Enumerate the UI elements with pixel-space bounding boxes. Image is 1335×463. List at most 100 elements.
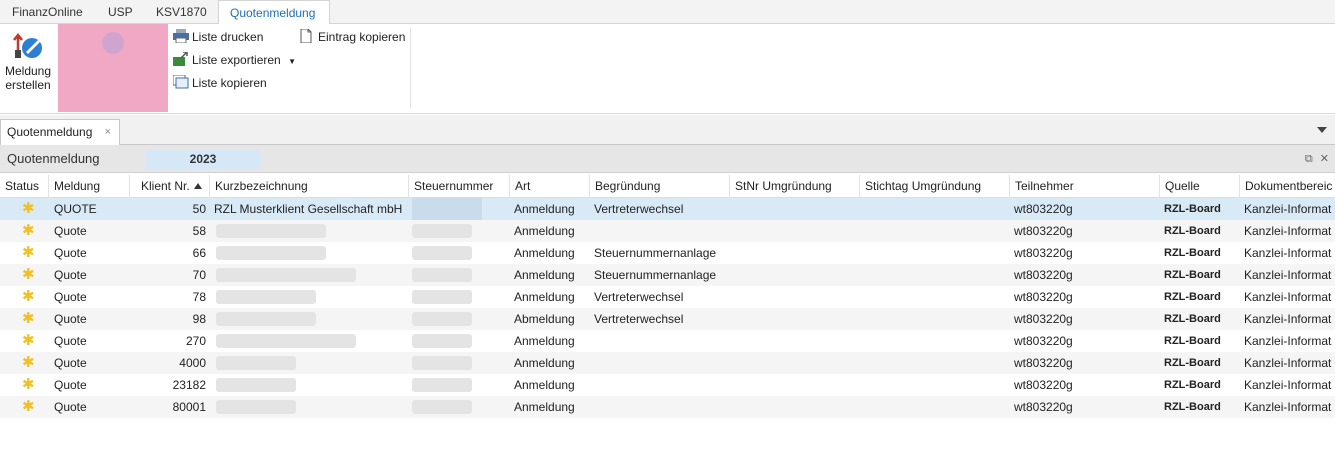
col-quelle[interactable]: Quelle (1160, 175, 1240, 198)
cell-meldung: Quote (54, 400, 87, 414)
cell-art: Anmeldung (514, 246, 575, 260)
meldung-erstellen-button[interactable]: Meldung erstellen (2, 26, 54, 98)
status-star-icon: ✱ (22, 244, 35, 261)
cell-meldung: Quote (54, 356, 87, 370)
col-steuernummer[interactable]: Steuernummer (409, 175, 510, 198)
cell-klient-nr: 58 (192, 224, 206, 238)
cell-dokumentbereich: Kanzlei-Informat (1244, 312, 1332, 326)
tab-usp[interactable]: USP (108, 0, 133, 24)
document-tab-bar: Quotenmeldung × (0, 115, 1335, 146)
cell-begruendung (594, 330, 730, 352)
cell-klient-nr: 66 (192, 246, 206, 260)
popout-icon[interactable]: ⧉ (1305, 153, 1313, 165)
redacted-steuernummer (412, 290, 472, 304)
redacted-steuernummer (412, 334, 472, 348)
eintrag-kopieren-button[interactable]: Eintrag kopieren (299, 27, 405, 47)
meldung-label-2: erstellen (5, 78, 51, 92)
col-teilnehmer[interactable]: Teilnehmer (1010, 175, 1160, 198)
redacted-kurzbezeichnung (216, 246, 326, 260)
table-row[interactable]: ✱ Quote 66 Anmeldung Steuernummernanlage wt80… (0, 242, 1335, 264)
cell-art: Anmeldung (514, 400, 575, 414)
liste-exportieren-label: Liste exportieren (192, 53, 281, 67)
cell-teilnehmer: wt803220g (1014, 268, 1073, 282)
col-stnr-umgruendung[interactable]: StNr Umgründung (730, 175, 860, 198)
grid-body: ✱ QUOTE 50 RZL Musterklient Gesellschaft mb… (0, 198, 1335, 418)
cell-meldung: Quote (54, 378, 87, 392)
cell-begruendung: Vertreterwechsel (594, 290, 684, 304)
copy-list-icon (173, 75, 189, 89)
cell-klient-nr: 23182 (172, 378, 206, 392)
table-row[interactable]: ✱ Quote 23182 Anmeldung wt803220g RZL-Board Ka… (0, 374, 1335, 396)
cell-quelle: RZL-Board (1164, 335, 1221, 347)
liste-exportieren-button[interactable]: Liste exportieren ▼ (173, 50, 296, 70)
cell-begruendung: Vertreterwechsel (594, 312, 684, 326)
cell-dokumentbereich: Kanzlei-Informat (1244, 202, 1332, 216)
year-selector[interactable]: 2023 (146, 150, 260, 169)
close-panel-icon[interactable]: ✕ (1320, 153, 1329, 165)
cell-meldung: Quote (54, 334, 87, 348)
col-kurzbezeichnung[interactable]: Kurzbezeichnung (210, 175, 409, 198)
cell-teilnehmer: wt803220g (1014, 246, 1073, 260)
export-icon (173, 52, 188, 66)
status-star-icon: ✱ (22, 398, 35, 415)
redacted-steuernummer (412, 312, 472, 326)
cell-meldung: QUOTE (54, 202, 97, 216)
liste-kopieren-button[interactable]: Liste kopieren (173, 73, 267, 93)
cell-art: Anmeldung (514, 378, 575, 392)
cell-dokumentbereich: Kanzlei-Informat (1244, 378, 1332, 392)
cell-meldung: Quote (54, 268, 87, 282)
redacted-kurzbezeichnung (216, 356, 296, 370)
liste-drucken-button[interactable]: Liste drucken (173, 27, 263, 47)
redacted-steuernummer (412, 246, 472, 260)
col-status[interactable]: Status (0, 175, 49, 198)
cell-art: Anmeldung (514, 290, 575, 304)
close-icon[interactable]: × (105, 120, 111, 145)
tab-quotenmeldung[interactable]: Quotenmeldung (218, 0, 330, 25)
tab-ksv1870[interactable]: KSV1870 (156, 0, 207, 24)
redacted-kurzbezeichnung (216, 224, 326, 238)
copy-entry-icon (300, 29, 312, 43)
table-row[interactable]: ✱ Quote 70 Anmeldung Steuernummernanlage wt80… (0, 264, 1335, 286)
cell-teilnehmer: wt803220g (1014, 378, 1073, 392)
cell-klient-nr: 270 (185, 334, 206, 348)
tab-menu-chevron-icon[interactable] (1317, 127, 1327, 133)
cell-dokumentbereich: Kanzlei-Informat (1244, 334, 1332, 348)
table-row[interactable]: ✱ Quote 270 Anmeldung wt803220g RZL-Board Kanz… (0, 330, 1335, 352)
status-star-icon: ✱ (22, 332, 35, 349)
col-begruendung[interactable]: Begründung (590, 175, 730, 198)
table-row[interactable]: ✱ Quote 98 Abmeldung Vertreterwechsel wt80322… (0, 308, 1335, 330)
cell-meldung: Quote (54, 290, 87, 304)
table-row[interactable]: ✱ Quote 80001 Anmeldung wt803220g RZL-Board Ka… (0, 396, 1335, 418)
cell-teilnehmer: wt803220g (1014, 202, 1073, 216)
cell-art: Anmeldung (514, 268, 575, 282)
cell-klient-nr: 4000 (179, 356, 206, 370)
table-row[interactable]: ✱ Quote 78 Anmeldung Vertreterwechsel wt80322… (0, 286, 1335, 308)
panel-title: Quotenmeldung (7, 151, 100, 166)
col-dokumentbereich[interactable]: Dokumentbereic (1240, 175, 1335, 198)
table-row[interactable]: ✱ Quote 4000 Anmeldung wt803220g RZL-Board Kan… (0, 352, 1335, 374)
cell-kurzbezeichnung: RZL Musterklient Gesellschaft mbH (214, 202, 403, 216)
doc-tab-quotenmeldung[interactable]: Quotenmeldung × (0, 119, 120, 146)
redacted-steuernummer (412, 400, 472, 414)
cell-quelle: RZL-Board (1164, 247, 1221, 259)
col-meldung[interactable]: Meldung (49, 175, 130, 198)
tab-finanzonline[interactable]: FinanzOnline (12, 0, 83, 24)
redacted-kurzbezeichnung (216, 268, 356, 282)
cell-teilnehmer: wt803220g (1014, 356, 1073, 370)
cell-teilnehmer: wt803220g (1014, 334, 1073, 348)
cell-quelle: RZL-Board (1164, 313, 1221, 325)
status-star-icon: ✱ (22, 222, 35, 239)
table-row[interactable]: ✱ QUOTE 50 RZL Musterklient Gesellschaft mb… (0, 198, 1335, 220)
table-row[interactable]: ✱ Quote 58 Anmeldung wt803220g RZL-Board Kanzl… (0, 220, 1335, 242)
grid-header: Status Meldung Klient Nr. Kurzbezeichnun… (0, 175, 1335, 198)
cell-begruendung (594, 352, 730, 374)
cell-art: Anmeldung (514, 202, 575, 216)
col-art[interactable]: Art (510, 175, 590, 198)
panel-header: Quotenmeldung 2023 ⧉ ✕ (0, 145, 1335, 173)
col-stichtag-umgruendung[interactable]: Stichtag Umgründung (860, 175, 1010, 198)
col-klient-nr[interactable]: Klient Nr. (130, 175, 210, 198)
cell-quelle: RZL-Board (1164, 291, 1221, 303)
ribbon-tab-bar: FinanzOnline USP KSV1870 Quotenmeldung (0, 0, 1335, 25)
cell-quelle: RZL-Board (1164, 379, 1221, 391)
cell-quelle: RZL-Board (1164, 269, 1221, 281)
